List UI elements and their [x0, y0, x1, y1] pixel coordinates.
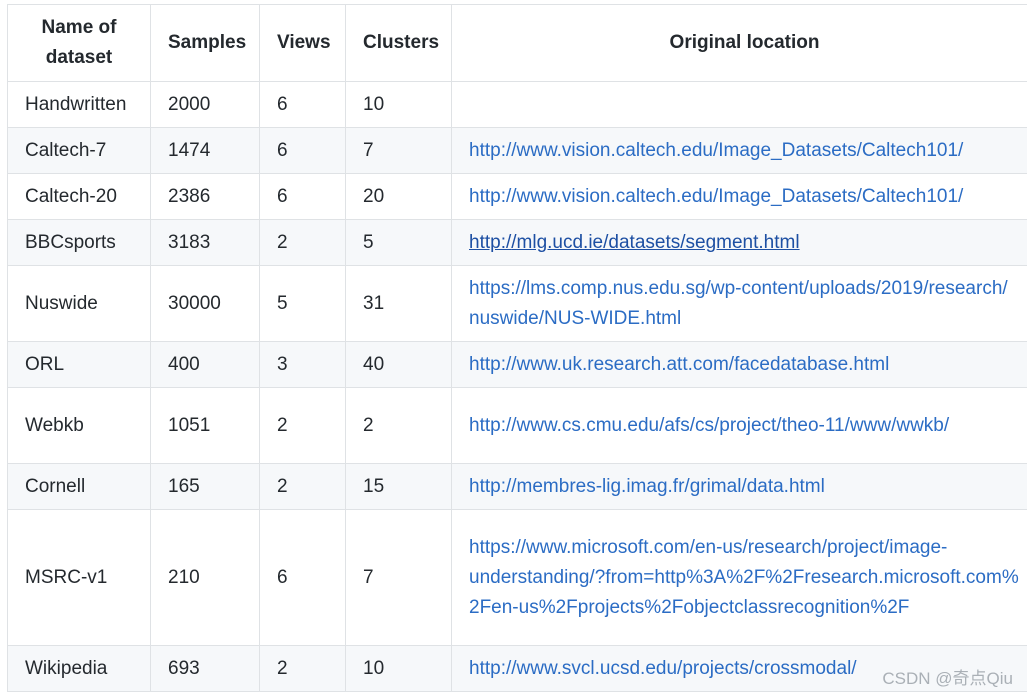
cell-samples: 400 — [150, 341, 260, 388]
header-clusters: Clusters — [345, 4, 452, 82]
table-row: MSRC-v1 210 6 7 https://www.microsoft.co… — [7, 509, 1027, 646]
cell-location: http://mlg.ucd.ie/datasets/segment.html — [451, 219, 1027, 266]
table-row: BBCsports 3183 2 5 http://mlg.ucd.ie/dat… — [7, 219, 1027, 266]
cell-location: http://membres-lig.imag.fr/grimal/data.h… — [451, 463, 1027, 510]
cell-views: 6 — [259, 127, 346, 174]
cell-location: https://www.microsoft.com/en-us/research… — [451, 509, 1027, 646]
dataset-table: Name of dataset Samples Views Clusters O… — [7, 4, 1027, 692]
header-name: Name of dataset — [7, 4, 151, 82]
table-row: Cornell 165 2 15 http://membres-lig.imag… — [7, 463, 1027, 510]
cell-views: 6 — [259, 509, 346, 646]
table-header-row: Name of dataset Samples Views Clusters O… — [7, 4, 1027, 82]
cell-name: MSRC-v1 — [7, 509, 151, 646]
cell-name: Caltech-7 — [7, 127, 151, 174]
cell-location: http://www.uk.research.att.com/facedatab… — [451, 341, 1027, 388]
cell-name: Cornell — [7, 463, 151, 510]
location-link[interactable]: http://mlg.ucd.ie/datasets/segment.html — [469, 232, 800, 253]
cell-name: BBCsports — [7, 219, 151, 266]
cell-clusters: 5 — [345, 219, 452, 266]
cell-location — [451, 81, 1027, 128]
cell-name: Caltech-20 — [7, 173, 151, 220]
cell-clusters: 10 — [345, 645, 452, 692]
cell-views: 2 — [259, 645, 346, 692]
cell-samples: 165 — [150, 463, 260, 510]
cell-views: 5 — [259, 265, 346, 342]
cell-samples: 2000 — [150, 81, 260, 128]
cell-clusters: 40 — [345, 341, 452, 388]
cell-clusters: 31 — [345, 265, 452, 342]
location-link[interactable]: http://www.vision.caltech.edu/Image_Data… — [469, 140, 963, 161]
cell-samples: 2386 — [150, 173, 260, 220]
location-link[interactable]: http://membres-lig.imag.fr/grimal/data.h… — [469, 476, 825, 497]
location-link[interactable]: http://www.vision.caltech.edu/Image_Data… — [469, 186, 963, 207]
cell-clusters: 2 — [345, 387, 452, 464]
cell-views: 6 — [259, 173, 346, 220]
cell-name: Webkb — [7, 387, 151, 464]
table-row: Nuswide 30000 5 31 https://lms.comp.nus.… — [7, 265, 1027, 342]
table-row: Handwritten 2000 6 10 — [7, 81, 1027, 128]
cell-name: ORL — [7, 341, 151, 388]
cell-clusters: 10 — [345, 81, 452, 128]
cell-samples: 1474 — [150, 127, 260, 174]
table-row: Wikipedia 693 2 10 http://www.svcl.ucsd.… — [7, 645, 1027, 692]
cell-location: http://www.vision.caltech.edu/Image_Data… — [451, 173, 1027, 220]
cell-views: 2 — [259, 387, 346, 464]
cell-clusters: 7 — [345, 127, 452, 174]
location-link[interactable]: https://www.microsoft.com/en-us/research… — [469, 537, 1019, 618]
cell-samples: 3183 — [150, 219, 260, 266]
cell-name: Wikipedia — [7, 645, 151, 692]
table-row: Webkb 1051 2 2 http://www.cs.cmu.edu/afs… — [7, 387, 1027, 464]
cell-samples: 1051 — [150, 387, 260, 464]
location-link[interactable]: https://lms.comp.nus.edu.sg/wp-content/u… — [469, 278, 1008, 329]
header-samples: Samples — [150, 4, 260, 82]
cell-clusters: 15 — [345, 463, 452, 510]
cell-samples: 210 — [150, 509, 260, 646]
cell-views: 2 — [259, 219, 346, 266]
location-link[interactable]: http://www.svcl.ucsd.edu/projects/crossm… — [469, 658, 857, 679]
location-link[interactable]: http://www.uk.research.att.com/facedatab… — [469, 354, 889, 375]
header-location: Original location — [451, 4, 1027, 82]
cell-views: 6 — [259, 81, 346, 128]
location-link[interactable]: http://www.cs.cmu.edu/afs/cs/project/the… — [469, 415, 949, 436]
header-views: Views — [259, 4, 346, 82]
cell-name: Handwritten — [7, 81, 151, 128]
watermark: CSDN @奇点Qiu — [882, 669, 1013, 688]
cell-name: Nuswide — [7, 265, 151, 342]
cell-samples: 693 — [150, 645, 260, 692]
table-row: ORL 400 3 40 http://www.uk.research.att.… — [7, 341, 1027, 388]
cell-location: http://www.vision.caltech.edu/Image_Data… — [451, 127, 1027, 174]
cell-samples: 30000 — [150, 265, 260, 342]
cell-views: 2 — [259, 463, 346, 510]
cell-location: http://www.cs.cmu.edu/afs/cs/project/the… — [451, 387, 1027, 464]
cell-views: 3 — [259, 341, 346, 388]
cell-location: https://lms.comp.nus.edu.sg/wp-content/u… — [451, 265, 1027, 342]
table-row: Caltech-20 2386 6 20 http://www.vision.c… — [7, 173, 1027, 220]
cell-clusters: 7 — [345, 509, 452, 646]
cell-clusters: 20 — [345, 173, 452, 220]
table-row: Caltech-7 1474 6 7 http://www.vision.cal… — [7, 127, 1027, 174]
